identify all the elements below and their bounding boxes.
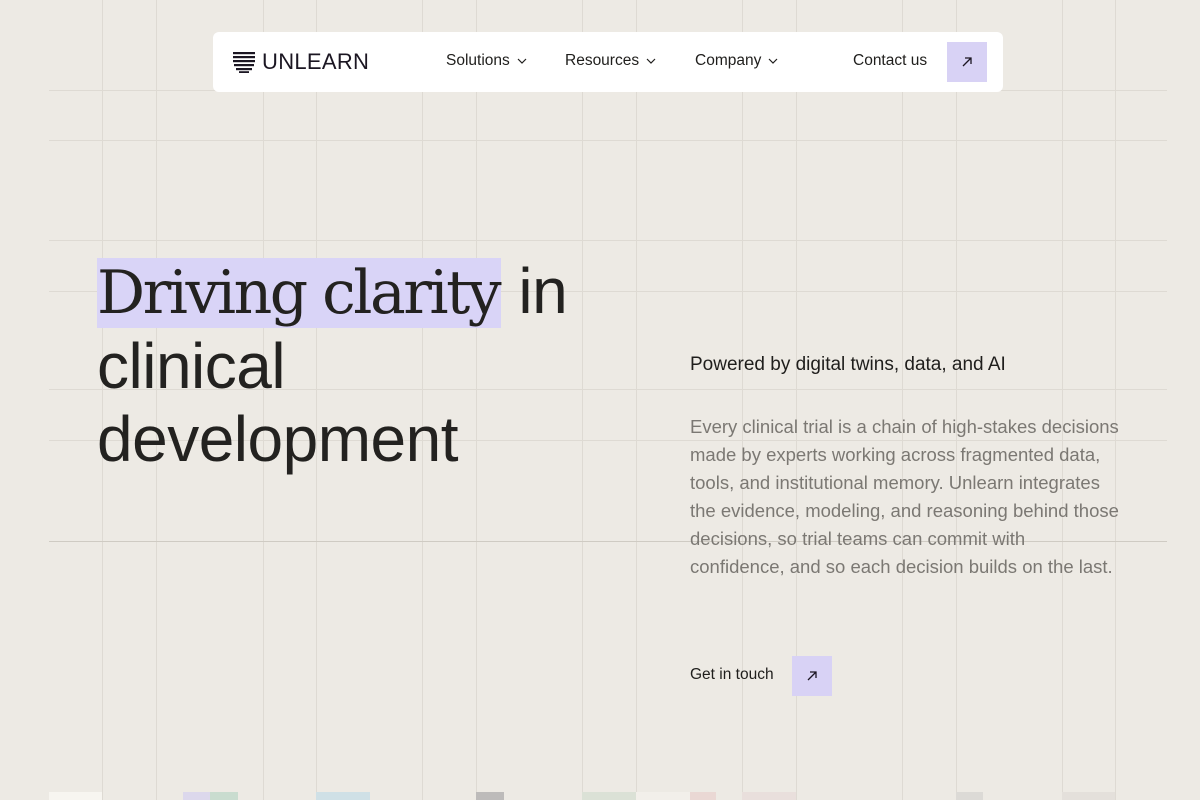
get-in-touch-link[interactable]: Get in touch: [690, 666, 774, 684]
brand-name: UNLEARN: [262, 49, 370, 74]
strip-tile: [742, 792, 796, 800]
grid-line: [636, 0, 637, 800]
grid-line: [49, 240, 1167, 241]
top-nav: UNLEARN Solutions Resources Company Cont…: [213, 32, 1003, 92]
arrow-up-right-icon: [962, 57, 972, 67]
nav-solutions[interactable]: Solutions: [446, 52, 527, 70]
get-in-touch-arrow-button[interactable]: [792, 656, 832, 696]
hero-body: Every clinical trial is a chain of high-…: [690, 416, 1119, 577]
headline-text: in: [501, 255, 568, 327]
nav-label: Solutions: [446, 52, 510, 69]
brand-logo[interactable]: UNLEARN: [233, 49, 370, 74]
strip-tile: [316, 792, 370, 800]
chevron-down-icon: [517, 58, 527, 64]
contact-arrow-button[interactable]: [947, 42, 987, 82]
chevron-down-icon: [768, 58, 778, 64]
strip-tile: [476, 792, 504, 800]
strip-tile: [636, 792, 690, 800]
nav-company[interactable]: Company: [695, 52, 778, 70]
headline-text: clinical: [97, 330, 286, 402]
strip-tile: [1062, 792, 1115, 800]
nav-label: Company: [695, 52, 762, 69]
strip-tile: [956, 792, 983, 800]
strip-tile: [183, 792, 210, 800]
strip-tile: [582, 792, 636, 800]
grid-line: [49, 140, 1167, 141]
strip-tile: [210, 792, 238, 800]
grid-line: [1115, 0, 1116, 800]
grid-line: [956, 0, 957, 800]
nav-label: Resources: [565, 52, 640, 69]
chevron-down-icon: [646, 58, 656, 64]
grid-line: [582, 0, 583, 800]
contact-link[interactable]: Contact us: [853, 52, 927, 70]
arrow-up-right-icon: [807, 671, 817, 681]
strip-tile: [690, 792, 716, 800]
grid-line: [1062, 0, 1063, 800]
hero-headline: Driving clarity in clinical development: [97, 255, 568, 476]
hero-subhead: Powered by digital twins, data, and AI: [690, 354, 1006, 375]
headline-text: development: [97, 403, 458, 475]
logo-mark-icon: [233, 52, 255, 73]
grid-line: [902, 0, 903, 800]
strip-tile: [49, 792, 102, 800]
nav-resources[interactable]: Resources: [565, 52, 656, 70]
headline-highlight: Driving clarity: [97, 258, 502, 328]
